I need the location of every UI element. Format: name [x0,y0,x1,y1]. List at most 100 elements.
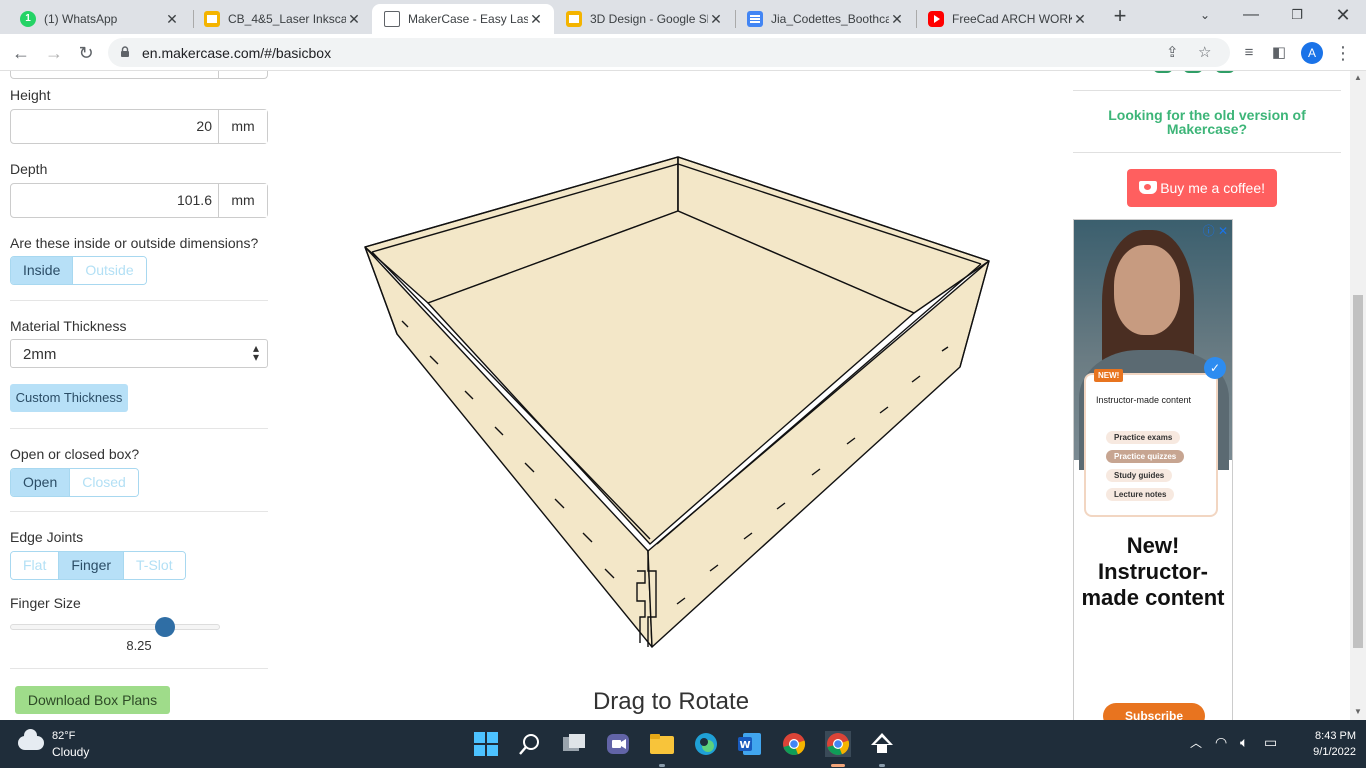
close-tab-icon[interactable]: ✕ [889,11,905,28]
docs-icon [747,11,763,27]
open-option[interactable]: Open [11,469,70,496]
wifi-icon[interactable]: ◠ [1215,734,1227,751]
tab-title: Jia_Codettes_Boothcamp [771,12,889,26]
ad-item: Lecture notes [1106,488,1175,501]
back-icon[interactable]: ← [8,40,34,66]
finger-option[interactable]: Finger [58,552,124,579]
windows-taskbar: 82°F Cloudy W ︿ ◠ 🔈︎ ▭ 8:43 PM 9/1/2022 [0,720,1366,768]
closed-option[interactable]: Closed [69,469,138,496]
minimize-button[interactable]: — [1228,0,1274,34]
tab-whatsapp[interactable]: 1 (1) WhatsApp ✕ [8,4,190,34]
forward-icon[interactable]: → [41,40,67,66]
divider [10,428,268,429]
battery-icon[interactable]: ▭ [1264,734,1277,751]
inside-option[interactable]: Inside [11,257,73,284]
close-tab-icon[interactable]: ✕ [1072,11,1088,28]
width-input-fragment[interactable] [10,71,268,79]
depth-input[interactable]: 101.6 mm [10,183,268,218]
box-3d-render[interactable] [280,71,1062,720]
page-scrollbar[interactable]: ▲ ▼ [1350,71,1366,720]
page-content: Height 20 mm Depth 101.6 mm Are these in… [0,71,1366,720]
finger-size-label: Finger Size [10,595,81,611]
tab-strip: 1 (1) WhatsApp ✕ CB_4&5_Laser Inkscape ✕… [0,0,1366,34]
tab-freecad[interactable]: FreeCad ARCH WORKBENCH ✕ [916,4,1098,34]
social-links [1142,71,1252,75]
teams-chat-icon[interactable] [605,731,631,757]
inkscape-icon[interactable] [869,731,895,757]
ad-choices-icon[interactable]: ⓘ ✕ [1203,222,1228,239]
finger-size-slider[interactable] [10,624,220,630]
system-clock[interactable]: 8:43 PM 9/1/2022 [1290,728,1356,760]
height-input[interactable]: 20 mm [10,109,268,144]
share-icon[interactable]: ⇪ [1166,43,1179,61]
search-icon[interactable] [517,731,543,757]
edge-joints-toggle: Flat Finger T-Slot [10,551,186,580]
tab-makercase[interactable]: MakerCase - Easy Laser Cut Case Design ✕ [372,4,554,34]
word-icon[interactable]: W [737,731,763,757]
custom-thickness-button[interactable]: Custom Thickness [10,384,128,412]
download-box-plans-button[interactable]: Download Box Plans [15,686,170,714]
scroll-down-arrow[interactable]: ▼ [1353,707,1363,716]
scroll-up-arrow[interactable]: ▲ [1353,73,1363,82]
show-hidden-icons[interactable]: ︿ [1190,734,1202,751]
chrome-profile-icon[interactable] [825,731,851,757]
social-icon[interactable] [1215,71,1235,73]
volume-icon[interactable]: 🔈︎ [1240,734,1248,751]
profile-avatar[interactable]: A [1301,42,1323,64]
tab-laser-inkscape[interactable]: CB_4&5_Laser Inkscape ✕ [192,4,372,34]
t-slot-option[interactable]: T-Slot [123,552,185,579]
menu-icon[interactable]: ⋮ [1330,40,1356,66]
dimensions-toggle: Inside Outside [10,256,147,285]
makercase-icon [384,11,400,27]
ad-item: Practice exams [1106,431,1181,444]
active-indicator [831,764,845,767]
task-view-icon[interactable] [561,731,587,757]
material-thickness-select[interactable]: 2mm ▴ ▾ [10,339,268,368]
slider-handle[interactable] [155,617,176,637]
slides-icon [566,11,582,27]
material-thickness-value: 2mm [23,346,57,363]
clock-date: 9/1/2022 [1313,746,1356,758]
close-tab-icon[interactable]: ✕ [164,11,180,28]
close-window-button[interactable]: ✕ [1320,0,1366,34]
depth-unit: mm [218,184,267,217]
tab-title: FreeCad ARCH WORKBENCH [952,12,1072,26]
reload-icon[interactable]: ↻ [73,40,99,66]
social-icon[interactable] [1153,71,1173,73]
close-tab-icon[interactable]: ✕ [346,11,362,28]
outside-option[interactable]: Outside [72,257,146,284]
scrollbar-thumb[interactable] [1353,295,1363,648]
drag-to-rotate-caption: Drag to Rotate [592,688,750,715]
tab-search-button[interactable]: ⌄ [1182,0,1228,34]
flat-option[interactable]: Flat [11,552,59,579]
side-panel-icon[interactable]: ◧ [1266,40,1292,66]
edge-icon[interactable] [693,731,719,757]
tab-title: (1) WhatsApp [44,12,118,26]
depth-value[interactable]: 101.6 [11,184,218,217]
windows-start-icon[interactable] [473,731,499,757]
chrome-icon[interactable] [781,731,807,757]
divider [1073,152,1341,153]
reading-list-icon[interactable]: ≡ [1236,40,1262,66]
advertisement[interactable]: ⓘ ✕ NEW! ✓ Instructor-made content Pract… [1073,219,1233,720]
file-explorer-icon[interactable] [649,731,675,757]
box-3d-viewer[interactable]: Drag to Rotate [280,71,1062,720]
ad-subscribe-button[interactable]: Subscribe [1103,703,1205,720]
buy-me-a-coffee-button[interactable]: Buy me a coffee! [1127,169,1277,207]
address-bar[interactable]: en.makercase.com/#/basicbox ⇪ ☆ [108,38,1230,67]
tab-codettes[interactable]: Jia_Codettes_Boothcamp ✕ [735,4,915,34]
new-tab-button[interactable]: + [1108,5,1132,29]
old-version-link[interactable]: Looking for the old version of Makercase… [1073,108,1341,136]
tab-3d-design[interactable]: 3D Design - Google Slides ✕ [554,4,734,34]
restore-button[interactable]: ❐ [1274,0,1320,34]
height-unit: mm [218,110,267,143]
height-value[interactable]: 20 [11,110,218,143]
tab-title: MakerCase - Easy Laser Cut Case Design [408,12,528,26]
close-tab-icon[interactable]: ✕ [708,11,724,28]
tab-title: 3D Design - Google Slides [590,12,708,26]
bookmark-star-icon[interactable]: ☆ [1198,43,1211,61]
close-tab-icon[interactable]: ✕ [528,11,544,28]
running-indicator [659,764,665,767]
slides-icon [204,11,220,27]
social-icon[interactable] [1183,71,1203,73]
